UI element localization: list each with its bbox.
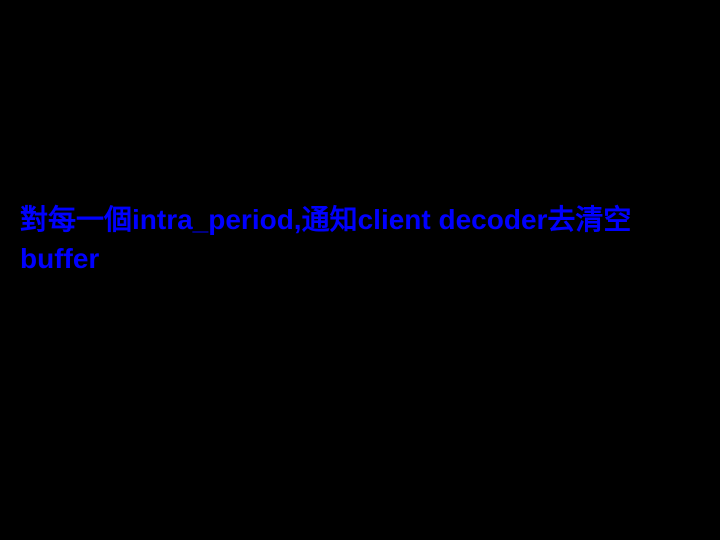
slide-body-text: 對每一個intra_period,通知client decoder去清空buff… [20,200,700,278]
slide-container: 對每一個intra_period,通知client decoder去清空buff… [0,0,720,540]
